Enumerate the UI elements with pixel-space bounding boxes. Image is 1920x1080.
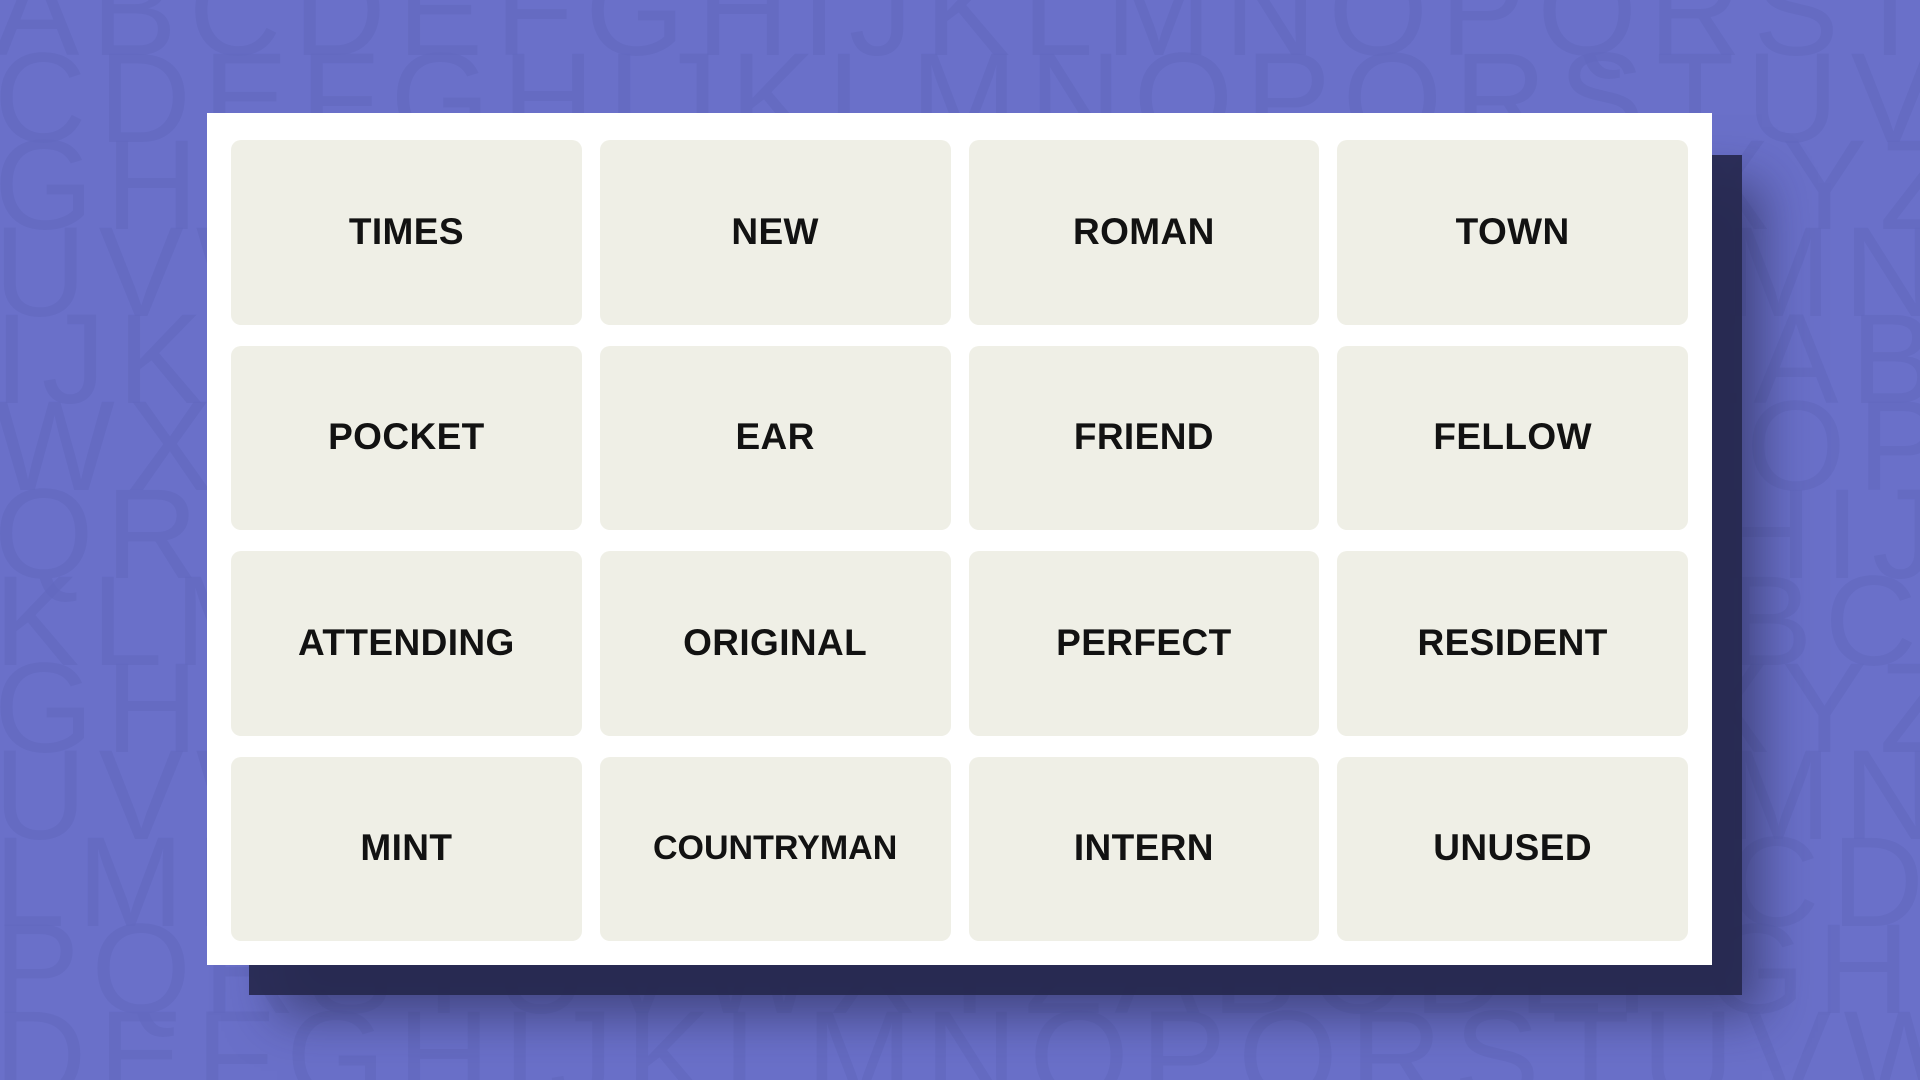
word-tile-label: COUNTRYMAN <box>652 828 898 867</box>
word-tile[interactable]: NEW <box>599 140 951 325</box>
word-tile-label: POCKET <box>328 416 485 458</box>
word-tile[interactable]: TOWN <box>1337 140 1688 325</box>
word-tile-label: ATTENDING <box>298 621 515 663</box>
word-tile[interactable]: FELLOW <box>1337 345 1688 530</box>
word-tile[interactable]: INTERN <box>968 756 1320 941</box>
word-tile[interactable]: POCKET <box>231 345 582 530</box>
word-tile[interactable]: FRIEND <box>968 345 1320 530</box>
word-tile[interactable]: RESIDENT <box>1337 551 1688 736</box>
word-tile-label: NEW <box>731 210 819 252</box>
word-tile-label: TOWN <box>1455 210 1570 252</box>
word-tile[interactable]: TIMES <box>231 140 582 325</box>
word-tile-label: ORIGINAL <box>683 621 868 663</box>
background-pattern-row: ABCDEFGHIJKLMNOPQRSTUVWXYZABCDEFGH <box>0 0 1920 83</box>
word-tile-label: EAR <box>735 416 815 458</box>
word-tile-label: FELLOW <box>1433 416 1592 458</box>
puzzle-card: TIMES NEW ROMAN TOWN POCKET EAR FRIEND FELLOW AT… <box>207 113 1712 965</box>
word-tile-label: UNUSED <box>1433 827 1592 869</box>
word-tile[interactable]: PERFECT <box>968 551 1320 736</box>
word-tile-label: INTERN <box>1073 827 1214 869</box>
word-tile-label: ROMAN <box>1072 210 1215 252</box>
word-tile[interactable]: UNUSED <box>1337 756 1688 941</box>
background-pattern-row: DEFGHIJKLMNOPQRSTUVWXYZABCDEFGHIJK <box>0 985 1920 1080</box>
word-tile[interactable]: ATTENDING <box>231 551 582 736</box>
word-tile[interactable]: COUNTRYMAN <box>599 756 951 941</box>
word-tile-label: PERFECT <box>1056 621 1232 663</box>
word-tile-label: RESIDENT <box>1417 621 1608 663</box>
word-tile[interactable]: MINT <box>231 756 582 941</box>
word-tile[interactable]: EAR <box>599 345 951 530</box>
word-tile[interactable]: ORIGINAL <box>599 551 951 736</box>
word-tile-label: FRIEND <box>1073 416 1214 458</box>
word-tile-label: MINT <box>360 827 453 869</box>
word-tile-label: TIMES <box>348 210 464 252</box>
word-tile[interactable]: ROMAN <box>968 140 1320 325</box>
word-tile-grid: TIMES NEW ROMAN TOWN POCKET EAR FRIEND FELLOW AT… <box>231 140 1688 941</box>
